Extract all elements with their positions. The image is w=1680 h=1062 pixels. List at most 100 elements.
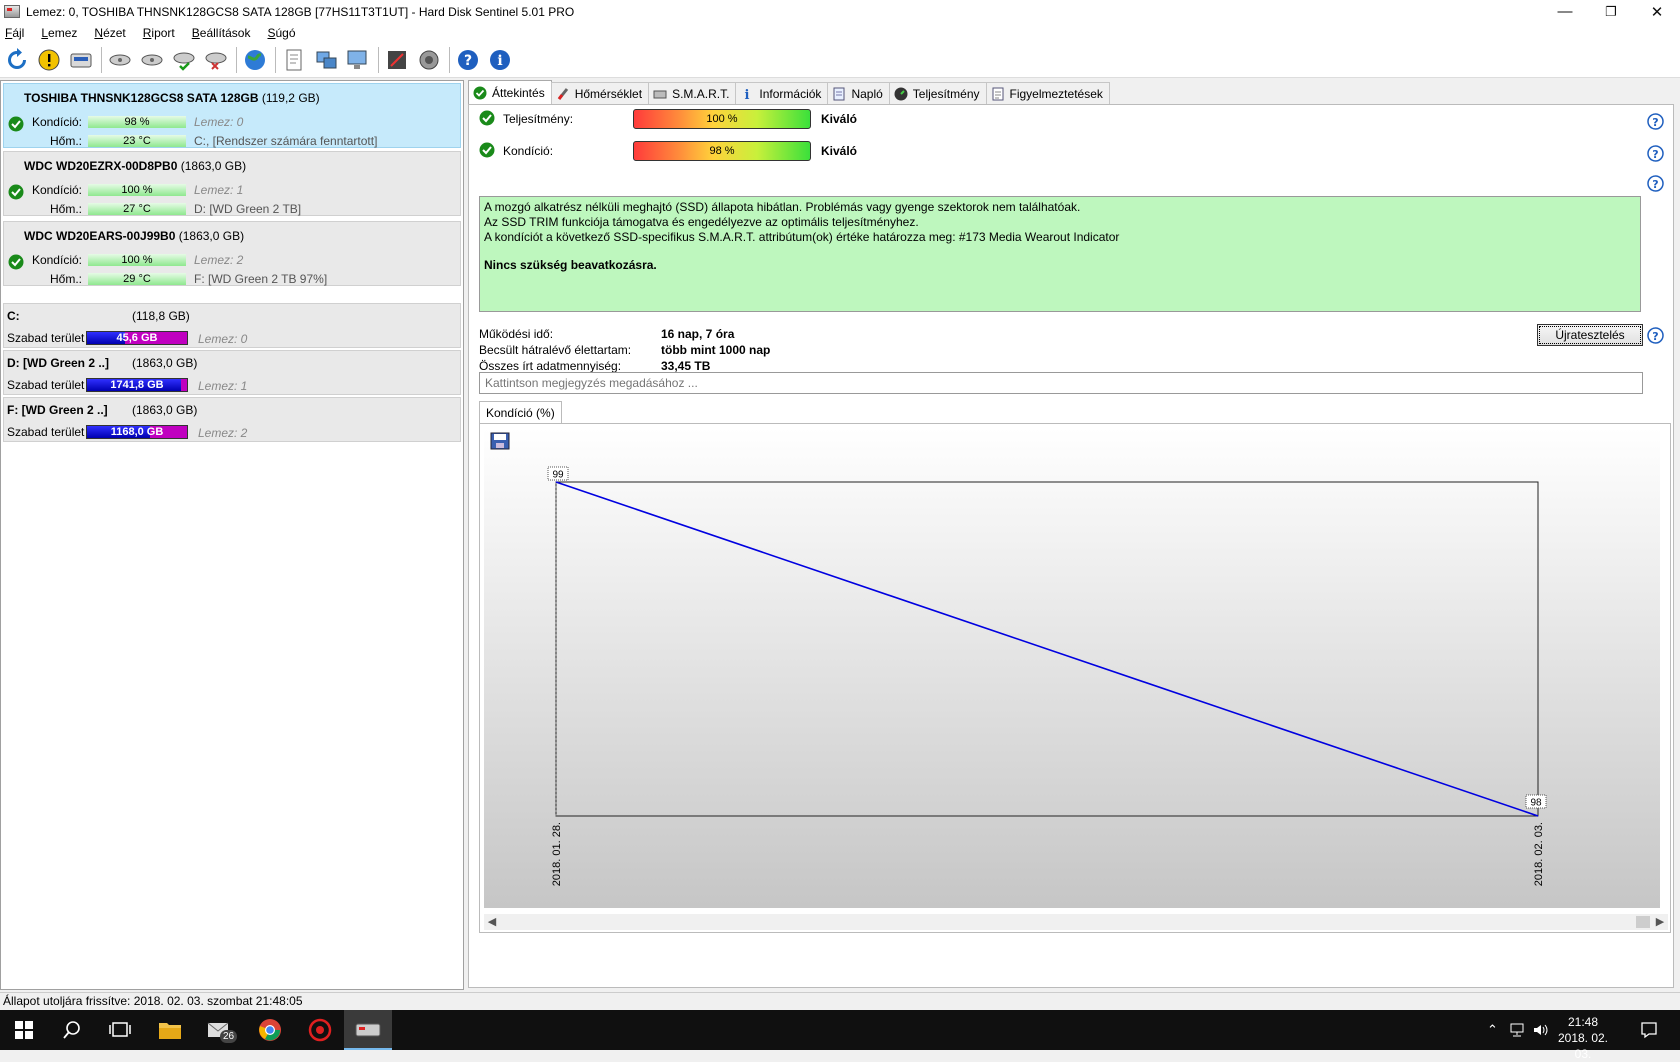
note-input[interactable]	[479, 372, 1643, 394]
volume-size: (1863,0 GB)	[132, 356, 198, 370]
report-icon[interactable]	[281, 47, 307, 73]
tab-overview[interactable]: Áttekintés	[468, 80, 552, 104]
info-icon[interactable]: i	[487, 47, 513, 73]
red-app-icon	[308, 1018, 332, 1042]
scroll-thumb[interactable]	[1636, 916, 1650, 928]
tab-temperature[interactable]: Hőmérséklet	[550, 82, 650, 104]
thermometer-icon	[557, 87, 568, 100]
disk-size: (1863,0 GB)	[178, 229, 245, 243]
volume-item-c[interactable]: C: (118,8 GB) Szabad terület 45,6 GB Lem…	[3, 303, 461, 348]
computer-icon[interactable]	[345, 47, 371, 73]
chart-horizontal-scrollbar[interactable]: ◀ ▶	[484, 914, 1668, 930]
notifications-icon[interactable]	[1640, 1021, 1658, 1039]
check-icon	[479, 110, 495, 126]
help-icon[interactable]: ?	[1647, 175, 1664, 192]
scroll-right-arrow[interactable]: ▶	[1652, 914, 1668, 930]
free-space-label: Szabad terület	[7, 425, 85, 439]
disk-item-2[interactable]: WDC WD20EARS-00J99B0 (1863,0 GB) Kondíci…	[3, 221, 461, 286]
disk-item-0[interactable]: TOSHIBA THNSNK128GCS8 SATA 128GB (119,2 …	[3, 83, 461, 148]
task-view-icon	[109, 1022, 131, 1037]
scroll-left-arrow[interactable]: ◀	[484, 914, 500, 930]
clock[interactable]: 21:48 2018. 02. 03.	[1548, 1014, 1618, 1062]
help-icon[interactable]: ?	[1647, 145, 1664, 162]
disk-hd2-icon[interactable]	[139, 47, 165, 73]
globe-icon[interactable]	[242, 47, 268, 73]
temp-bar: 27 °C	[88, 203, 186, 215]
app-icon	[4, 5, 20, 18]
help-icon[interactable]: ?	[455, 47, 481, 73]
condition-line-chart: 99 98 2018. 01. 28. 2018. 02. 03.	[547, 466, 1547, 886]
data-label: 98	[1530, 798, 1542, 809]
disk-number: Lemez: 0	[194, 115, 244, 129]
free-space-bar: 45,6 GB	[86, 331, 188, 345]
condition-bar: 98 %	[633, 141, 811, 161]
condition-bar: 100 %	[88, 184, 186, 196]
temp-label: Hőm.:	[49, 134, 82, 148]
app-red-button[interactable]	[296, 1010, 344, 1050]
temp-bar: 29 °C	[88, 273, 186, 285]
performance-label: Teljesítmény:	[503, 112, 574, 126]
status-bar: Állapot utoljára frissítve: 2018. 02. 03…	[0, 992, 1680, 1009]
mail-button[interactable]: 26	[196, 1010, 244, 1050]
help-icon[interactable]: ?	[1647, 113, 1664, 130]
data-label: 99	[552, 470, 564, 481]
refresh-icon[interactable]	[4, 47, 30, 73]
disk-item-1[interactable]: WDC WD20EZRX-00D8PB0 (1863,0 GB) Kondíci…	[3, 151, 461, 216]
condition-rating: Kiváló	[821, 144, 858, 158]
help-icon[interactable]: ?	[1647, 327, 1664, 344]
disk-hd1-icon[interactable]	[107, 47, 133, 73]
settings-icon[interactable]	[384, 47, 410, 73]
disk-icon[interactable]	[68, 47, 94, 73]
maximize-button[interactable]: ❐	[1588, 0, 1634, 23]
file-explorer-button[interactable]	[146, 1010, 194, 1050]
chart-tab-condition[interactable]: Kondíció (%)	[479, 401, 562, 423]
check-icon	[473, 86, 487, 99]
log-icon	[833, 87, 845, 100]
menu-file[interactable]: Fájl	[5, 26, 24, 40]
folder-icon	[159, 1023, 181, 1039]
title-bar: Lemez: 0, TOSHIBA THNSNK128GCS8 SATA 128…	[0, 0, 1680, 23]
volume-size: (1863,0 GB)	[132, 403, 198, 417]
disk-ok-icon[interactable]	[171, 47, 197, 73]
chrome-button[interactable]	[246, 1010, 294, 1050]
retest-button[interactable]: Újratesztelés	[1537, 324, 1643, 346]
volume-name: F: [WD Green 2 ..]	[7, 403, 108, 417]
condition-series-line	[555, 481, 1539, 817]
disk-x-icon[interactable]	[203, 47, 229, 73]
tab-smart[interactable]: S.M.A.R.T.	[648, 82, 737, 104]
tab-alerts[interactable]: Figyelmeztetések	[985, 82, 1110, 104]
volume-item-f[interactable]: F: [WD Green 2 ..] (1863,0 GB) Szabad te…	[3, 397, 461, 442]
tab-information[interactable]: i Információk	[735, 82, 829, 104]
temp-label: Hőm.:	[49, 202, 82, 216]
disk-name: WDC WD20EZRX-00D8PB0	[24, 159, 178, 173]
search-button[interactable]	[48, 1010, 96, 1050]
menu-help[interactable]: Súgó	[267, 26, 295, 40]
menu-view[interactable]: Nézet	[94, 26, 125, 40]
tab-performance[interactable]: Teljesítmény	[888, 82, 987, 104]
condition-bar: 98 %	[88, 116, 186, 128]
volume-disk-number: Lemez: 2	[198, 426, 248, 440]
alert-icon[interactable]	[36, 47, 62, 73]
uptime-label: Működési idő:	[479, 327, 554, 341]
svg-text:?: ?	[1652, 178, 1658, 191]
check-icon	[479, 142, 495, 158]
network-icon[interactable]	[1508, 1022, 1526, 1038]
disk-number: Lemez: 2	[194, 253, 244, 267]
disk-list-panel: TOSHIBA THNSNK128GCS8 SATA 128GB (119,2 …	[0, 80, 464, 990]
start-button[interactable]	[0, 1010, 48, 1050]
menu-settings[interactable]: Beállítások	[192, 26, 251, 40]
minimize-button[interactable]: —	[1542, 0, 1588, 23]
svg-text:i: i	[497, 53, 502, 69]
menu-disk[interactable]: Lemez	[41, 26, 77, 40]
tray-chevron-up-icon[interactable]: ⌃	[1487, 1022, 1498, 1038]
volume-item-d[interactable]: D: [WD Green 2 ..] (1863,0 GB) Szabad te…	[3, 350, 461, 395]
task-view-button[interactable]	[96, 1010, 144, 1050]
menu-report[interactable]: Riport	[143, 26, 175, 40]
condition-label: Kondíció:	[31, 183, 82, 197]
check-icon	[8, 116, 24, 132]
tab-log[interactable]: Napló	[827, 82, 890, 104]
close-button[interactable]: ✕	[1634, 0, 1680, 23]
network-icon[interactable]	[313, 47, 339, 73]
hard-disk-sentinel-taskbar-button[interactable]	[344, 1010, 392, 1050]
sound-icon[interactable]	[416, 47, 442, 73]
